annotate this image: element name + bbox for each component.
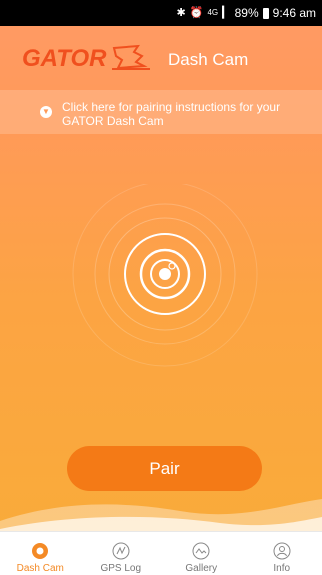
tab-dash-cam[interactable]: Dash Cam (0, 532, 81, 575)
tab-label: GPS Log (100, 563, 142, 574)
location-pin-icon: ▼ (40, 106, 52, 118)
gallery-icon (192, 542, 210, 560)
network-type: 4G (207, 8, 219, 17)
info-user-icon (273, 542, 291, 560)
battery-icon (262, 7, 269, 19)
tab-label: Dash Cam (16, 563, 64, 574)
dash-cam-lens-icon (72, 184, 258, 367)
dash-cam-icon (32, 543, 49, 559)
tab-label: Gallery (185, 563, 218, 574)
gps-route-icon (112, 542, 130, 560)
tab-info[interactable]: Info (242, 532, 322, 575)
logo-text: GATOR (22, 45, 107, 72)
status-bar: ✱ ⏰ 4G ▎ 89% 9:46 am (0, 0, 322, 26)
alarm-icon: ⏰ (189, 6, 204, 19)
page-title: Dash Cam (168, 50, 249, 69)
decorative-waves (0, 499, 322, 531)
pairing-instructions-banner[interactable]: ▼ Click here for pairing instructions fo… (0, 90, 322, 134)
signal-icon: ▎ (222, 6, 231, 19)
app-screen: GATOR Dash Cam ▼ Click here for pairing … (0, 26, 322, 531)
app-header: GATOR Dash Cam (0, 26, 322, 88)
pairing-instructions-text: Click here for pairing instructions for … (62, 100, 281, 128)
bluetooth-icon: ✱ (176, 6, 186, 19)
gator-logo: GATOR (22, 44, 150, 72)
clock: 9:46 am (272, 6, 316, 20)
bottom-tab-bar: Dash Cam GPS Log Gallery Info (0, 531, 322, 575)
tab-label: Info (273, 563, 291, 574)
battery-percent: 89% (234, 6, 259, 20)
tab-gps-log[interactable]: GPS Log (81, 532, 162, 575)
tab-gallery[interactable]: Gallery (161, 532, 242, 575)
